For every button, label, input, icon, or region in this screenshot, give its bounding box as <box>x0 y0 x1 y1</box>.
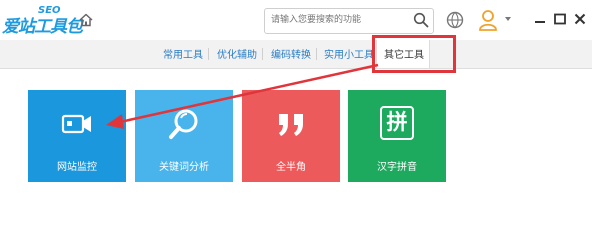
close-icon[interactable] <box>573 12 587 26</box>
tab-divider <box>316 48 317 60</box>
tab-optimization[interactable]: 优化辅助 <box>217 46 257 61</box>
minimize-icon[interactable] <box>533 12 547 26</box>
dropdown-caret-icon[interactable] <box>505 17 511 21</box>
tile-label: 全半角 <box>276 162 306 173</box>
tile-label: 网站监控 <box>57 162 97 173</box>
user-avatar-icon[interactable] <box>478 9 498 31</box>
basketball-icon[interactable] <box>446 11 464 29</box>
tile-label: 汉字拼音 <box>377 162 417 173</box>
title-bar: 爱站工具包 SEO <box>0 0 592 40</box>
tab-encoding[interactable]: 编码转换 <box>271 46 311 61</box>
tab-divider <box>208 48 209 60</box>
tile-label: 关键词分析 <box>159 162 209 173</box>
tab-other-tools[interactable]: 其它工具 <box>376 40 430 68</box>
tile-chinese-pinyin[interactable]: 拼 汉字拼音 <box>348 90 446 182</box>
pin-glyph: 拼 <box>386 110 408 134</box>
search-box <box>264 8 434 34</box>
quote-marks-icon <box>279 114 303 136</box>
logo-badge: SEO <box>38 5 61 16</box>
maximize-icon[interactable] <box>553 12 567 26</box>
tab-common-tools[interactable]: 常用工具 <box>163 46 203 61</box>
home-icon[interactable] <box>78 12 94 28</box>
tab-bar: 常用工具 优化辅助 编码转换 实用小工具 其它工具 <box>0 40 592 69</box>
tab-other-tools-label: 其它工具 <box>384 50 424 61</box>
tile-keyword-analysis[interactable]: 关键词分析 <box>135 90 233 182</box>
search-input[interactable] <box>271 12 409 28</box>
tab-divider <box>262 48 263 60</box>
magnifier-icon <box>169 109 198 139</box>
camera-monitor-icon <box>61 114 91 134</box>
tab-utilities[interactable]: 实用小工具 <box>324 46 374 61</box>
search-icon[interactable] <box>413 12 429 28</box>
tile-website-monitor[interactable]: 网站监控 <box>28 90 126 182</box>
pin-character-icon: 拼 <box>380 106 414 140</box>
tile-full-half-width[interactable]: 全半角 <box>242 90 340 182</box>
